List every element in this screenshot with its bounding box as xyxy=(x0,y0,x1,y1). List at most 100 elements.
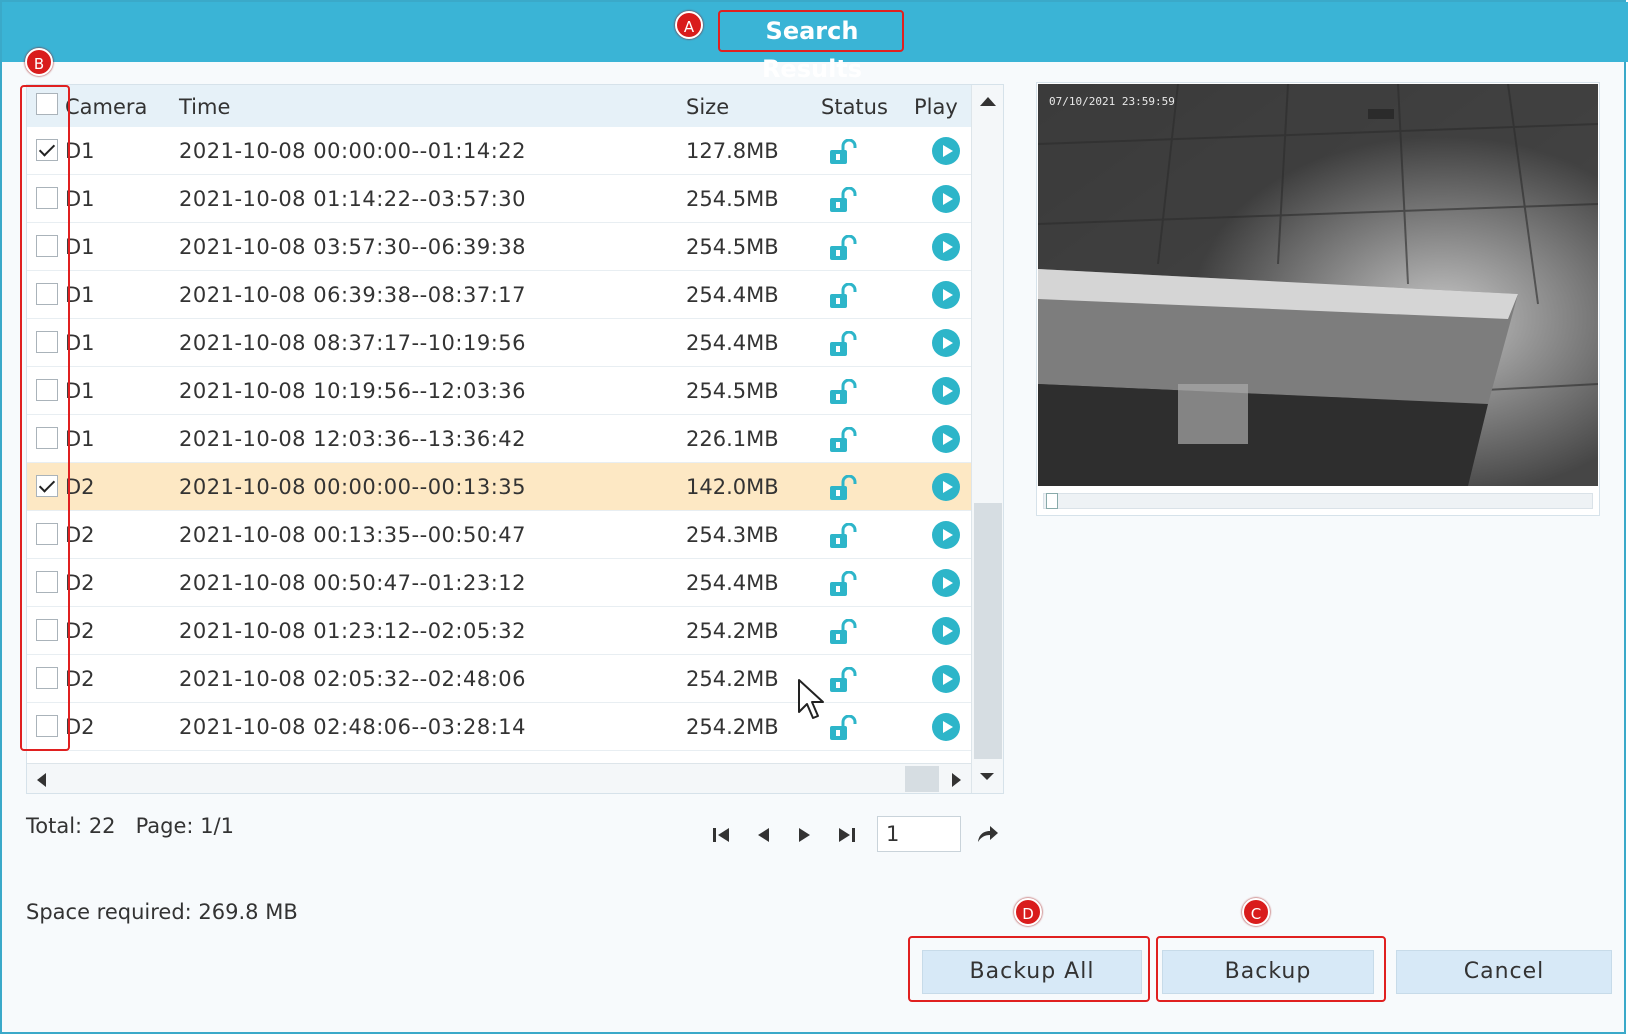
play-icon[interactable] xyxy=(932,281,960,309)
unlock-icon[interactable] xyxy=(828,234,858,261)
time-cell: 2021-10-08 08:37:17--10:19:56 xyxy=(179,331,527,355)
unlock-icon[interactable] xyxy=(828,186,858,213)
annotation-badge-c: C xyxy=(1242,898,1270,926)
row-checkbox[interactable] xyxy=(36,715,58,737)
camera-cell: D1 xyxy=(65,379,95,403)
scroll-up-arrow-icon[interactable] xyxy=(980,97,996,106)
play-icon[interactable] xyxy=(932,617,960,645)
size-cell: 254.4MB xyxy=(686,571,779,595)
camera-cell: D2 xyxy=(65,523,95,547)
row-checkbox[interactable] xyxy=(36,283,58,305)
unlock-icon[interactable] xyxy=(828,618,858,645)
play-icon[interactable] xyxy=(932,329,960,357)
unlock-icon[interactable] xyxy=(828,282,858,309)
row-checkbox[interactable] xyxy=(36,667,58,689)
vertical-scroll-thumb[interactable] xyxy=(974,503,1002,759)
row-checkbox[interactable] xyxy=(36,139,58,161)
play-icon[interactable] xyxy=(932,137,960,165)
size-cell: 254.2MB xyxy=(686,667,779,691)
play-icon[interactable] xyxy=(932,569,960,597)
row-checkbox[interactable] xyxy=(36,235,58,257)
video-preview[interactable] xyxy=(1038,84,1598,486)
backup-button[interactable]: Backup xyxy=(1162,950,1374,994)
header-status[interactable]: Status xyxy=(821,85,888,127)
row-checkbox[interactable] xyxy=(36,523,58,545)
row-checkbox[interactable] xyxy=(36,187,58,209)
backup-all-button[interactable]: Backup All xyxy=(922,950,1142,994)
horizontal-scrollbar[interactable] xyxy=(27,763,971,793)
row-checkbox[interactable] xyxy=(36,571,58,593)
row-checkbox[interactable] xyxy=(36,427,58,449)
scroll-left-arrow-icon[interactable] xyxy=(37,773,46,787)
row-checkbox[interactable] xyxy=(36,379,58,401)
cancel-button[interactable]: Cancel xyxy=(1396,950,1612,994)
table-row[interactable]: D2 2021-10-08 01:23:12--02:05:32 254.2MB xyxy=(27,607,971,655)
play-icon[interactable] xyxy=(932,665,960,693)
space-required: Space required: 269.8 MB xyxy=(26,900,298,924)
unlock-icon[interactable] xyxy=(828,666,858,693)
scroll-down-arrow-icon[interactable] xyxy=(980,773,994,780)
unlock-icon[interactable] xyxy=(828,138,858,165)
table-row[interactable]: D2 2021-10-08 00:13:35--00:50:47 254.3MB xyxy=(27,511,971,559)
table-row[interactable]: D1 2021-10-08 12:03:36--13:36:42 226.1MB xyxy=(27,415,971,463)
table-row[interactable]: D1 2021-10-08 06:39:38--08:37:17 254.4MB xyxy=(27,271,971,319)
previous-page-icon[interactable] xyxy=(752,824,774,846)
play-icon[interactable] xyxy=(932,233,960,261)
row-checkbox[interactable] xyxy=(36,331,58,353)
header-play[interactable]: Play xyxy=(914,85,958,127)
unlock-icon[interactable] xyxy=(828,330,858,357)
row-checkbox[interactable] xyxy=(36,619,58,641)
camera-cell: D1 xyxy=(65,283,95,307)
time-cell: 2021-10-08 02:48:06--03:28:14 xyxy=(179,715,527,739)
size-cell: 226.1MB xyxy=(686,427,779,451)
time-cell: 2021-10-08 06:39:38--08:37:17 xyxy=(179,283,527,307)
play-icon[interactable] xyxy=(932,473,960,501)
go-to-page-icon[interactable] xyxy=(974,822,1000,848)
table-row[interactable]: D2 2021-10-08 00:00:00--00:13:35 142.0MB xyxy=(27,463,971,511)
first-page-icon[interactable] xyxy=(710,824,732,846)
playback-progress-bar[interactable] xyxy=(1043,493,1593,509)
header-camera[interactable]: Camera xyxy=(65,85,147,127)
page-label: Page: xyxy=(135,814,194,838)
scroll-right-arrow-icon[interactable] xyxy=(952,773,961,787)
select-all-checkbox[interactable] xyxy=(36,93,58,115)
table-row[interactable]: D1 2021-10-08 10:19:56--12:03:36 254.5MB xyxy=(27,367,971,415)
unlock-icon[interactable] xyxy=(828,378,858,405)
time-cell: 2021-10-08 03:57:30--06:39:38 xyxy=(179,235,527,259)
row-checkbox[interactable] xyxy=(36,475,58,497)
search-results-dialog: Search Results Camera Time Size Status P… xyxy=(0,0,1628,1034)
video-timestamp: 07/10/2021 23:59:59 xyxy=(1049,95,1175,108)
play-icon[interactable] xyxy=(932,377,960,405)
title-bar: Search Results xyxy=(2,2,1628,83)
page-indicator: 1/1 xyxy=(200,814,234,838)
table-row[interactable]: D1 2021-10-08 03:57:30--06:39:38 254.5MB xyxy=(27,223,971,271)
unlock-icon[interactable] xyxy=(828,474,858,501)
table-row[interactable]: D1 2021-10-08 08:37:17--10:19:56 254.4MB xyxy=(27,319,971,367)
next-page-icon[interactable] xyxy=(794,824,816,846)
time-cell: 2021-10-08 00:50:47--01:23:12 xyxy=(179,571,527,595)
camera-cell: D2 xyxy=(65,715,95,739)
unlock-icon[interactable] xyxy=(828,714,858,741)
vertical-scrollbar[interactable] xyxy=(971,85,1003,793)
page-number-input[interactable] xyxy=(877,816,961,852)
unlock-icon[interactable] xyxy=(828,570,858,597)
play-icon[interactable] xyxy=(932,185,960,213)
unlock-icon[interactable] xyxy=(828,522,858,549)
camera-cell: D2 xyxy=(65,475,95,499)
table-row[interactable]: D2 2021-10-08 02:05:32--02:48:06 254.2MB xyxy=(27,655,971,703)
header-size[interactable]: Size xyxy=(686,85,729,127)
horizontal-scroll-thumb[interactable] xyxy=(905,766,939,792)
table-row[interactable]: D1 2021-10-08 00:00:00--01:14:22 127.8MB xyxy=(27,127,971,175)
progress-handle[interactable] xyxy=(1046,493,1058,509)
header-time[interactable]: Time xyxy=(179,85,230,127)
play-icon[interactable] xyxy=(932,425,960,453)
size-cell: 254.2MB xyxy=(686,619,779,643)
table-row[interactable]: D1 2021-10-08 01:14:22--03:57:30 254.5MB xyxy=(27,175,971,223)
last-page-icon[interactable] xyxy=(836,824,858,846)
size-cell: 254.5MB xyxy=(686,379,779,403)
unlock-icon[interactable] xyxy=(828,426,858,453)
play-icon[interactable] xyxy=(932,713,960,741)
table-row[interactable]: D2 2021-10-08 02:48:06--03:28:14 254.2MB xyxy=(27,703,971,751)
play-icon[interactable] xyxy=(932,521,960,549)
table-row[interactable]: D2 2021-10-08 00:50:47--01:23:12 254.4MB xyxy=(27,559,971,607)
